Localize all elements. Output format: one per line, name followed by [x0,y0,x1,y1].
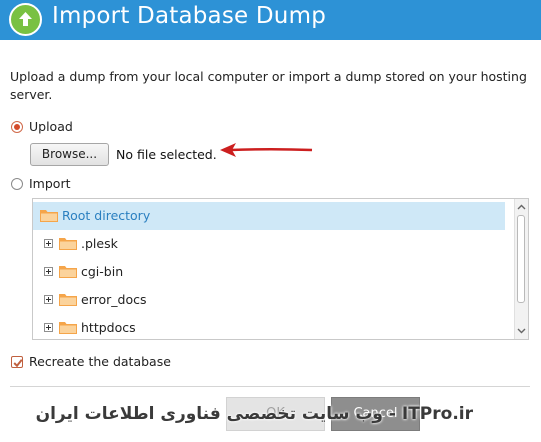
browse-button[interactable]: Browse... [30,143,109,166]
tree-row[interactable]: cgi-bin [33,258,505,286]
upload-radio[interactable] [11,121,23,133]
tree-label[interactable]: .plesk [81,236,118,251]
red-arrow-annotation [220,143,313,157]
tree-label[interactable]: error_docs [81,292,146,307]
scroll-up-icon[interactable] [516,202,527,213]
footer-divider [10,386,530,387]
file-status-text: No file selected. [116,147,217,162]
tree-row[interactable]: .plesk [33,230,505,258]
tree-label-root[interactable]: Root directory [62,208,150,223]
tree-scrollbar[interactable] [514,199,528,339]
expand-plus-icon[interactable] [44,239,53,248]
folder-icon [59,238,77,250]
folder-icon [59,294,77,306]
upload-arrow-icon [9,3,42,36]
expand-plus-icon[interactable] [44,267,53,276]
directory-tree[interactable]: Root directory .plesk cgi-bin error_docs [32,198,529,340]
tree-row[interactable]: httpdocs [33,314,505,339]
checkmark-icon [13,359,23,368]
scroll-thumb[interactable] [517,215,525,303]
folder-icon [40,210,58,222]
recreate-database-label[interactable]: Recreate the database [29,354,171,369]
expand-plus-icon[interactable] [44,295,53,304]
upload-label[interactable]: Upload [29,119,73,134]
import-label[interactable]: Import [29,176,71,191]
import-radio[interactable] [11,178,23,190]
scroll-down-icon[interactable] [516,325,527,336]
watermark-text: ITPro.ir - وب سایت تخصصی فناوری اطلاعات … [35,404,473,424]
description-text: Upload a dump from your local computer o… [10,69,527,102]
tree-row-root[interactable]: Root directory [33,202,505,230]
expand-plus-icon[interactable] [44,323,53,332]
dialog-title: Import Database Dump [52,3,326,29]
folder-icon [59,322,77,334]
tree-row[interactable]: error_docs [33,286,505,314]
recreate-database-checkbox[interactable] [11,356,23,368]
tree-label[interactable]: httpdocs [81,320,136,335]
tree-label[interactable]: cgi-bin [81,264,123,279]
folder-icon [59,266,77,278]
dialog-header: Import Database Dump [0,0,541,40]
